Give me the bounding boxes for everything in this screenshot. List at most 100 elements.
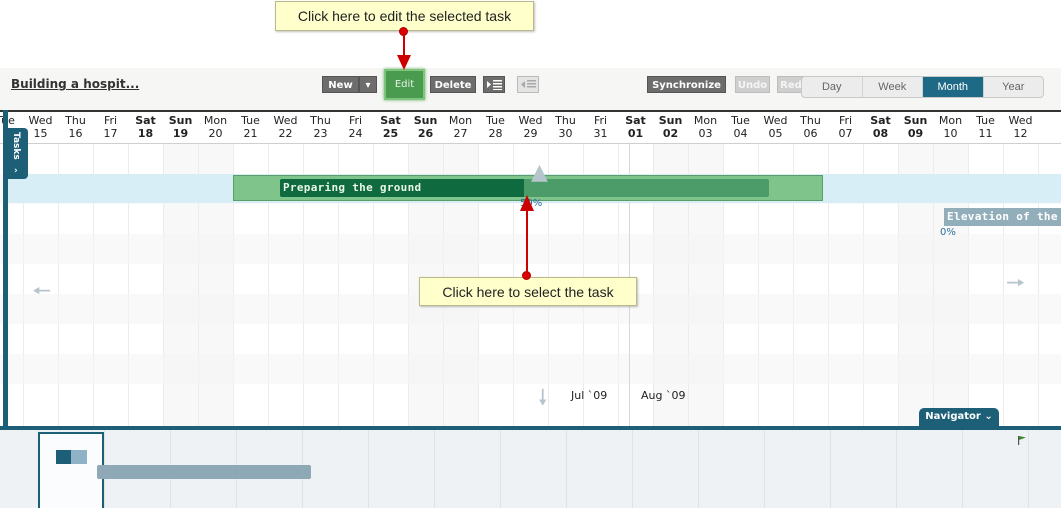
day-of-week: Sun xyxy=(903,114,928,127)
day-of-week: Sat xyxy=(870,114,891,127)
day-date: 27 xyxy=(453,127,468,140)
day-of-week: Thu xyxy=(555,114,576,127)
day-of-week: Mon xyxy=(938,114,963,127)
navigator-column xyxy=(434,430,435,508)
day-header: Sat 08 xyxy=(863,114,898,140)
day-of-week: Sun xyxy=(658,114,683,127)
undo-button[interactable]: Undo xyxy=(735,76,770,93)
grid-row xyxy=(0,324,1061,354)
outdent-icon xyxy=(521,80,536,88)
task-name-label[interactable]: Preparing the ground xyxy=(283,181,421,194)
day-of-week: Tue xyxy=(486,114,505,127)
navigator-panel xyxy=(0,430,1061,508)
delete-button[interactable]: Delete xyxy=(430,76,476,93)
day-of-week: Fri xyxy=(593,114,608,127)
project-title-link[interactable]: Building a hospit... xyxy=(11,77,139,91)
day-date: 15 xyxy=(33,127,48,140)
grid-row xyxy=(0,384,1061,414)
day-of-week: Wed xyxy=(28,114,53,127)
day-date: 07 xyxy=(838,127,853,140)
callout-arrow-head-top xyxy=(397,55,411,70)
day-date: 28 xyxy=(488,127,503,140)
scroll-right-arrow-icon[interactable]: 🠖 xyxy=(1006,273,1025,295)
navigator-viewport[interactable] xyxy=(38,432,104,508)
navigator-column xyxy=(368,430,369,508)
day-header: Thu 30 xyxy=(548,114,583,140)
gantt-chart: TueWed15Thu16Fri17Sat18Sun19Mon20Tue21We… xyxy=(0,110,1061,426)
day-header: Sun 19 xyxy=(163,114,198,140)
day-header: Mon 27 xyxy=(443,114,478,140)
chevron-down-icon: ⌄ xyxy=(984,411,993,422)
day-date: 03 xyxy=(698,127,713,140)
grid-row xyxy=(0,234,1061,264)
day-date: 18 xyxy=(137,127,154,140)
day-header: Wed 12 xyxy=(1003,114,1038,140)
day-date: 19 xyxy=(172,127,189,140)
navigator-column xyxy=(500,430,501,508)
day-header: Mon 20 xyxy=(198,114,233,140)
tab-month[interactable]: Month xyxy=(923,77,984,97)
day-of-week: Sun xyxy=(168,114,193,127)
day-of-week: Sun xyxy=(413,114,438,127)
view-tabs: Day Week Month Year xyxy=(801,76,1044,98)
navigator-column xyxy=(632,430,633,508)
tab-day[interactable]: Day xyxy=(802,77,863,97)
chevron-right-icon: › xyxy=(14,166,18,176)
navigator-task-1-progress xyxy=(56,450,71,464)
day-date: 05 xyxy=(768,127,783,140)
day-of-week: Tue xyxy=(976,114,995,127)
flag-icon xyxy=(1018,436,1026,445)
callout-arrow-line-mid xyxy=(526,209,528,273)
edit-button[interactable]: Edit xyxy=(384,69,425,100)
tab-year[interactable]: Year xyxy=(984,77,1044,97)
day-date: 04 xyxy=(733,127,748,140)
day-header: Mon 03 xyxy=(688,114,723,140)
navigator-column xyxy=(566,430,567,508)
day-of-week: Sat xyxy=(625,114,646,127)
day-date: 12 xyxy=(1013,127,1028,140)
day-of-week: Fri xyxy=(103,114,118,127)
day-date: 26 xyxy=(417,127,434,140)
new-dropdown-button[interactable]: ▾ xyxy=(359,76,377,93)
day-date: 16 xyxy=(68,127,83,140)
indent-button[interactable] xyxy=(483,76,505,93)
month-label-jul: Jul `09 xyxy=(571,389,608,402)
day-of-week: Sat xyxy=(380,114,401,127)
tab-week[interactable]: Week xyxy=(863,77,923,97)
day-of-week: Thu xyxy=(65,114,86,127)
day-date: 24 xyxy=(348,127,363,140)
day-of-week: Mon xyxy=(448,114,473,127)
day-date: 02 xyxy=(662,127,679,140)
day-of-week: Tue xyxy=(731,114,750,127)
day-header: Fri 17 xyxy=(93,114,128,140)
toolbar: Building a hospit... New ▾ Edit Delete S… xyxy=(0,68,1061,110)
day-of-week: Tue xyxy=(241,114,260,127)
day-date: 20 xyxy=(208,127,223,140)
day-header: Tue 11 xyxy=(968,114,1003,140)
outdent-button[interactable] xyxy=(517,76,539,93)
month-label-aug: Aug `09 xyxy=(641,389,686,402)
day-date: 09 xyxy=(907,127,924,140)
navigator-column xyxy=(896,430,897,508)
day-date: 17 xyxy=(103,127,118,140)
navigator-toggle[interactable]: Navigator ⌄ xyxy=(919,408,999,426)
day-date: 11 xyxy=(978,127,993,140)
day-header: Tue 21 xyxy=(233,114,268,140)
new-button[interactable]: New xyxy=(322,76,359,93)
day-date: 08 xyxy=(872,127,889,140)
task-name-label-2: Elevation of the xyxy=(947,210,1058,223)
timeline-header: TueWed15Thu16Fri17Sat18Sun19Mon20Tue21We… xyxy=(0,110,1061,144)
day-of-week: Wed xyxy=(1008,114,1033,127)
scroll-down-arrow-icon[interactable]: 🠗 xyxy=(538,388,547,410)
scroll-left-arrow-icon[interactable]: 🠔 xyxy=(32,281,51,303)
day-header: Wed 22 xyxy=(268,114,303,140)
day-header: Wed 29 xyxy=(513,114,548,140)
synchronize-button[interactable]: Synchronize xyxy=(647,76,726,93)
day-of-week: Wed xyxy=(518,114,543,127)
day-header: Sat 01 xyxy=(618,114,653,140)
day-header: Tue 04 xyxy=(723,114,758,140)
day-header: Wed 15 xyxy=(23,114,58,140)
day-header: Sat 25 xyxy=(373,114,408,140)
tasks-panel-tab[interactable]: Tasks › xyxy=(8,128,28,179)
scroll-up-arrow-icon[interactable]: ▲ xyxy=(531,162,548,184)
